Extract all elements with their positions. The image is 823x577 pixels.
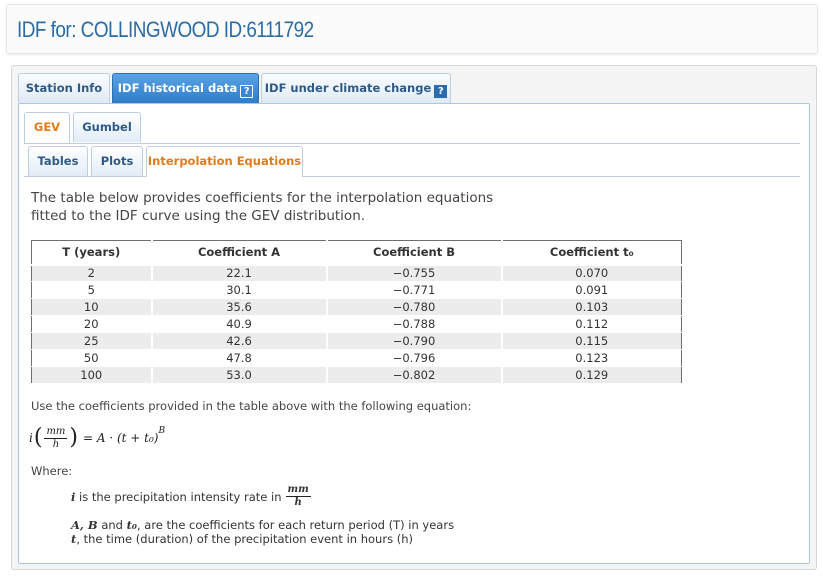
table-row: 10 35.6 −0.780 0.103 bbox=[31, 298, 682, 316]
cell-b: −0.755 bbox=[326, 264, 503, 282]
cell-b: −0.780 bbox=[326, 298, 503, 316]
dist-tabs-divider bbox=[24, 143, 800, 144]
cell-t0: 0.103 bbox=[501, 298, 682, 316]
title-bar: IDF for: COLLINGWOOD ID:6111792 bbox=[6, 4, 818, 54]
equation-rhs: = A · (t + t₀) bbox=[83, 431, 159, 445]
cell-t: 100 bbox=[31, 366, 153, 384]
coefficients-table: T (years) Coefficient A Coefficient B Co… bbox=[31, 240, 682, 384]
close-paren: ) bbox=[69, 425, 78, 450]
unit-numerator: mm bbox=[44, 425, 68, 439]
cell-t: 10 bbox=[31, 298, 153, 316]
def-and-text: and bbox=[101, 518, 123, 532]
view-tabs-divider bbox=[24, 176, 800, 177]
cell-a: 47.8 bbox=[151, 349, 328, 367]
tab-idf-climate-change-label: IDF under climate change bbox=[264, 81, 432, 95]
def-symbol-i: i bbox=[71, 489, 76, 504]
definition-time: t, the time (duration) of the precipitat… bbox=[71, 532, 413, 546]
col-header-coefficient-a: Coefficient A bbox=[151, 240, 328, 266]
help-icon[interactable]: ? bbox=[240, 85, 254, 98]
cell-t0: 0.123 bbox=[501, 349, 682, 367]
cell-t0: 0.115 bbox=[501, 332, 682, 350]
cell-a: 22.1 bbox=[151, 264, 328, 282]
table-row: 50 47.8 −0.796 0.123 bbox=[31, 349, 682, 367]
tab-station-info-label: Station Info bbox=[25, 81, 103, 95]
def-unit-fraction: mm h bbox=[285, 484, 311, 509]
intro-line-1: The table below provides coefficients fo… bbox=[31, 190, 494, 206]
tab-interpolation-equations[interactable]: Interpolation Equations bbox=[146, 146, 303, 177]
table-row: 5 30.1 −0.771 0.091 bbox=[31, 281, 682, 299]
open-paren: ( bbox=[33, 425, 43, 450]
table-row: 25 42.6 −0.790 0.115 bbox=[31, 332, 682, 350]
tabs-panel: Station Info IDF historical data? IDF un… bbox=[11, 65, 817, 570]
cell-t0: 0.129 bbox=[501, 366, 682, 384]
unit-denominator: h bbox=[52, 438, 60, 450]
cell-b: −0.802 bbox=[326, 366, 503, 384]
def-unit-numerator: mm bbox=[285, 484, 311, 497]
tab-idf-climate-change[interactable]: IDF under climate change? bbox=[261, 73, 451, 103]
idf-equation: i ( mm h ) = A · (t + t₀) B bbox=[29, 422, 165, 454]
tab-idf-historical-data[interactable]: IDF historical data? bbox=[112, 73, 259, 103]
table-header-row: T (years) Coefficient A Coefficient B Co… bbox=[31, 240, 682, 266]
equation-exponent: B bbox=[158, 426, 166, 436]
def-intensity-text: is the precipitation intensity rate in bbox=[79, 489, 282, 504]
cell-a: 53.0 bbox=[151, 366, 328, 384]
idf-historical-panel: GEV Gumbel Tables Plots Interpolation Eq… bbox=[18, 103, 810, 564]
col-header-t-years: T (years) bbox=[31, 240, 153, 266]
cell-a: 42.6 bbox=[151, 332, 328, 350]
cell-t: 20 bbox=[31, 315, 153, 333]
equation-lhs: i bbox=[29, 431, 33, 445]
def-symbols-a-b: A, B bbox=[71, 518, 98, 532]
cell-b: −0.796 bbox=[326, 349, 503, 367]
table-row: 2 22.1 −0.755 0.070 bbox=[31, 264, 682, 282]
page-title: IDF for: COLLINGWOOD ID:6111792 bbox=[17, 17, 314, 42]
def-unit-denominator: h bbox=[294, 497, 302, 508]
unit-fraction: mm h bbox=[44, 425, 68, 451]
tab-idf-historical-data-label: IDF historical data bbox=[117, 81, 238, 95]
where-label: Where: bbox=[31, 464, 73, 478]
table-row: 20 40.9 −0.788 0.112 bbox=[31, 315, 682, 333]
cell-t: 2 bbox=[31, 264, 153, 282]
tab-gev[interactable]: GEV bbox=[24, 112, 70, 143]
help-icon[interactable]: ? bbox=[434, 85, 448, 98]
tab-plots[interactable]: Plots bbox=[91, 146, 143, 176]
def-time-text: , the time (duration) of the precipitati… bbox=[76, 532, 413, 546]
cell-t: 5 bbox=[31, 281, 153, 299]
col-header-coefficient-t0: Coefficient t₀ bbox=[501, 240, 682, 266]
cell-b: −0.771 bbox=[326, 281, 503, 299]
definition-coefficients: A, B and t₀, are the coefficients for ea… bbox=[71, 518, 454, 532]
cell-t0: 0.112 bbox=[501, 315, 682, 333]
def-symbol-t0: t₀ bbox=[126, 518, 137, 532]
definition-intensity: i is the precipitation intensity rate in… bbox=[71, 484, 312, 509]
cell-t0: 0.091 bbox=[501, 281, 682, 299]
table-row: 100 53.0 −0.802 0.129 bbox=[31, 366, 682, 384]
cell-t: 25 bbox=[31, 332, 153, 350]
intro-line-2: fitted to the IDF curve using the GEV di… bbox=[31, 208, 366, 224]
cell-b: −0.788 bbox=[326, 315, 503, 333]
cell-b: −0.790 bbox=[326, 332, 503, 350]
tab-gumbel[interactable]: Gumbel bbox=[73, 112, 141, 142]
cell-a: 40.9 bbox=[151, 315, 328, 333]
cell-a: 30.1 bbox=[151, 281, 328, 299]
cell-t: 50 bbox=[31, 349, 153, 367]
col-header-coefficient-b: Coefficient B bbox=[326, 240, 503, 266]
tab-station-info[interactable]: Station Info bbox=[18, 73, 110, 103]
cell-a: 35.6 bbox=[151, 298, 328, 316]
cell-t0: 0.070 bbox=[501, 264, 682, 282]
equation-intro-text: Use the coefficients provided in the tab… bbox=[31, 399, 472, 413]
def-coefficients-text: , are the coefficients for each return p… bbox=[136, 518, 455, 532]
intro-text: The table below provides coefficients fo… bbox=[31, 189, 501, 225]
tab-tables[interactable]: Tables bbox=[28, 146, 88, 176]
